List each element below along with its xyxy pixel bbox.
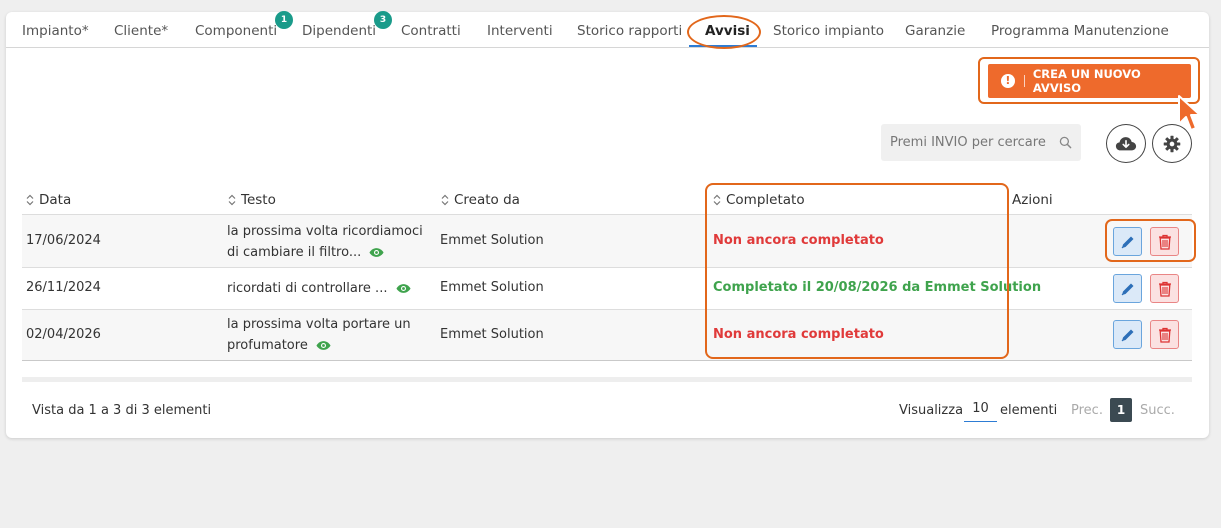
cell-creato-da: Emmet Solution [440, 280, 544, 295]
cell-testo: la prossima volta portare un profumatore [227, 314, 427, 356]
tab-componenti[interactable]: Componenti [195, 23, 277, 39]
cell-creato-da: Emmet Solution [440, 327, 544, 342]
cloud-download-icon [1115, 136, 1137, 150]
tab-interventi[interactable]: Interventi [487, 23, 553, 39]
delete-button[interactable] [1150, 274, 1179, 303]
tab-contratti[interactable]: Contratti [401, 23, 461, 39]
eye-icon[interactable] [396, 283, 411, 294]
column-label-testo: Testo [241, 192, 276, 208]
column-header-azioni: Azioni [1012, 192, 1053, 208]
button-separator [1023, 75, 1025, 87]
elements-label: elementi [1000, 403, 1058, 418]
pencil-icon [1121, 283, 1133, 295]
edit-button[interactable] [1113, 320, 1142, 349]
cell-data: 26/11/2024 [26, 280, 101, 295]
column-header-testo[interactable]: Testo [228, 192, 276, 208]
current-page-button[interactable]: 1 [1110, 398, 1132, 422]
column-label-azioni: Azioni [1012, 192, 1053, 208]
search-input[interactable]: Premi INVIO per cercare [881, 124, 1081, 161]
create-avviso-label: CREA UN NUOVO AVVISO [1032, 67, 1141, 95]
highlight-ring-completato [705, 183, 1009, 359]
column-label-creato-da: Creato da [454, 192, 520, 208]
tab-impianto[interactable]: Impianto* [22, 23, 89, 39]
tab-storico-rapporti[interactable]: Storico rapporti [577, 23, 682, 39]
pencil-icon [1121, 329, 1133, 341]
column-header-data[interactable]: Data [26, 192, 71, 208]
table-row: 17/06/2024 la prossima volta ricordiamoc… [22, 215, 1192, 268]
cell-testo-text: la prossima volta ricordiamoci di cambia… [227, 224, 423, 260]
trash-icon [1158, 327, 1171, 343]
highlight-ring-tab [687, 15, 761, 49]
sort-icon [228, 194, 236, 206]
edit-button[interactable] [1113, 274, 1142, 303]
column-label-data: Data [39, 192, 72, 208]
tab-programma-manutenzione[interactable]: Programma Manutenzione [991, 23, 1169, 39]
next-page-button[interactable]: Succ. [1140, 403, 1175, 418]
gear-icon [1163, 135, 1181, 152]
tab-componenti-badge: 1 [275, 11, 293, 29]
create-avviso-button[interactable]: ! CREA UN NUOVO AVVISO [988, 64, 1191, 98]
eye-icon[interactable] [369, 247, 384, 258]
table-info: Vista da 1 a 3 di 3 elementi [32, 403, 212, 418]
table-row: 26/11/2024 ricordati di controllare ... … [22, 268, 1192, 309]
eye-icon[interactable] [316, 340, 331, 351]
search-icon [1059, 136, 1072, 149]
tab-cliente[interactable]: Cliente* [114, 23, 168, 39]
sort-icon [441, 194, 449, 206]
tab-storico-impianto[interactable]: Storico impianto [773, 23, 884, 39]
cell-creato-da: Emmet Solution [440, 233, 544, 248]
delete-button[interactable] [1150, 320, 1179, 349]
trash-icon [1158, 281, 1171, 297]
cell-testo: ricordati di controllare ... [227, 278, 437, 299]
tab-dipendenti-badge: 3 [374, 11, 392, 29]
search-placeholder: Premi INVIO per cercare [890, 135, 1046, 150]
highlight-ring-actions [1105, 219, 1196, 262]
cell-data: 02/04/2026 [26, 327, 101, 342]
tab-garanzie[interactable]: Garanzie [905, 23, 965, 39]
prev-page-button[interactable]: Prec. [1071, 403, 1103, 418]
cell-data: 17/06/2024 [26, 233, 101, 248]
exclamation-icon: ! [1001, 74, 1015, 88]
settings-button[interactable] [1152, 124, 1192, 163]
table-row: 02/04/2026 la prossima volta portare un … [22, 310, 1192, 360]
tab-dipendenti[interactable]: Dipendenti [302, 23, 376, 39]
cell-testo: la prossima volta ricordiamoci di cambia… [227, 221, 437, 263]
page-length-label: Visualizza [899, 403, 964, 418]
download-button[interactable] [1106, 124, 1146, 163]
table-bottom-border [22, 360, 1192, 361]
sort-icon [26, 194, 34, 206]
cell-testo-text: ricordati di controllare ... [227, 281, 388, 296]
horizontal-scrollbar[interactable] [22, 377, 1192, 382]
main-card: Impianto* Cliente* Componenti 1 Dipenden… [6, 11, 1209, 438]
tab-bar: Impianto* Cliente* Componenti 1 Dipenden… [6, 11, 1209, 48]
column-header-creato-da[interactable]: Creato da [441, 192, 520, 208]
page-length-select[interactable]: 10 [964, 398, 997, 422]
